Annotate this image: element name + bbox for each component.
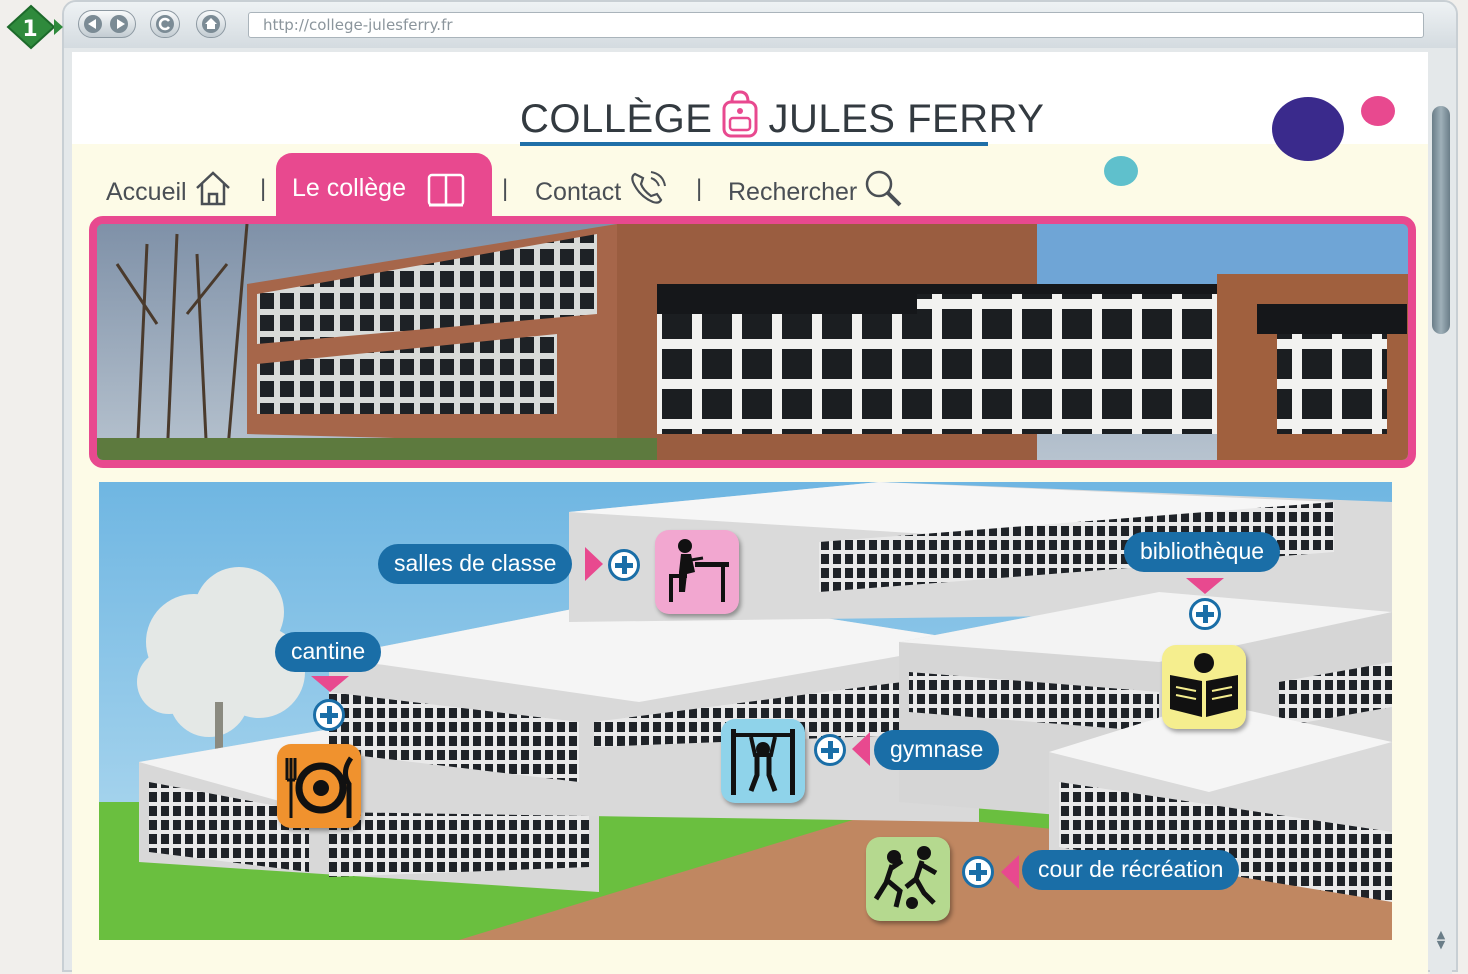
- site-title-part2: JULES FERRY: [768, 97, 1045, 141]
- svg-text:1: 1: [22, 17, 37, 42]
- hotspot-cantine-label[interactable]: cantine: [275, 632, 382, 672]
- pointer-arrow: [1186, 578, 1224, 594]
- pointer-arrow: [1001, 855, 1019, 889]
- phone-icon: [631, 171, 667, 204]
- address-bar[interactable]: http://college-julesferry.fr: [248, 12, 1424, 38]
- browser-toolbar: http://college-julesferry.fr: [64, 2, 1456, 48]
- home-icon: [202, 15, 220, 33]
- backpack-icon: [720, 90, 760, 150]
- hotspot-bibliotheque-label[interactable]: bibliothèque: [1124, 532, 1281, 572]
- book-icon: [427, 173, 465, 207]
- nav-contact[interactable]: Contact: [535, 168, 669, 208]
- nav-contact-label: Contact: [535, 178, 622, 206]
- magnifier-icon: [865, 170, 902, 207]
- back-forward-button[interactable]: [78, 10, 136, 38]
- nav-accueil-label: Accueil: [106, 178, 187, 206]
- url-text: http://college-julesferry.fr: [263, 16, 453, 34]
- school-photo: [89, 216, 1416, 468]
- decorative-circle-pink: [1361, 96, 1395, 126]
- nav-le-college[interactable]: Le collège: [276, 153, 492, 223]
- student-at-desk-icon[interactable]: [655, 530, 739, 614]
- reading-book-icon[interactable]: [1162, 645, 1246, 729]
- hotspot-gymnase-plus-button[interactable]: [814, 734, 846, 766]
- house-icon: [195, 171, 230, 206]
- site-title[interactable]: COLLÈGE JULES FERRY: [520, 90, 1044, 146]
- school-map: salles de classe bibliothèque cantine gy…: [99, 482, 1392, 940]
- pull-up-bar-icon[interactable]: [721, 719, 805, 803]
- page-viewport: COLLÈGE JULES FERRY Accueil | Le collège: [72, 52, 1428, 974]
- step-number-badge: 1: [6, 4, 64, 50]
- vertical-scrollbar[interactable]: ▲ ▼: [1430, 52, 1452, 974]
- decorative-circle-teal: [1104, 156, 1138, 186]
- nav-le-college-label: Le collège: [292, 174, 406, 202]
- scroll-thumb[interactable]: [1432, 106, 1450, 334]
- pointer-arrow: [585, 547, 603, 581]
- plate-and-cutlery-icon[interactable]: [277, 744, 361, 828]
- nav-rechercher[interactable]: Rechercher: [728, 168, 905, 208]
- home-button[interactable]: [196, 10, 226, 38]
- nav-separator: |: [502, 175, 509, 202]
- hotspot-salles-de-classe-label[interactable]: salles de classe: [378, 544, 573, 584]
- decorative-circle-purple: [1272, 97, 1344, 161]
- reload-button[interactable]: [150, 10, 180, 38]
- pointer-arrow: [852, 732, 870, 766]
- pointer-arrow: [311, 676, 349, 692]
- nav-separator: |: [696, 175, 703, 202]
- hotspot-cour-de-recreation-label[interactable]: cour de récréation: [1022, 850, 1240, 890]
- scroll-arrows-icon[interactable]: ▲ ▼: [1432, 929, 1450, 966]
- nav-separator: |: [260, 175, 267, 202]
- hotspot-gymnase-label[interactable]: gymnase: [874, 730, 1000, 770]
- hotspot-cantine-plus-button[interactable]: [313, 699, 345, 731]
- playing-children-icon[interactable]: [866, 837, 950, 921]
- reload-icon: [156, 15, 174, 33]
- hotspot-bibliotheque-plus-button[interactable]: [1189, 598, 1221, 630]
- nav-accueil[interactable]: Accueil: [106, 168, 233, 208]
- nav-rechercher-label: Rechercher: [728, 178, 858, 206]
- hotspot-salles-de-classe-plus-button[interactable]: [608, 549, 640, 581]
- site-title-part1: COLLÈGE: [520, 97, 713, 141]
- browser-window: http://college-julesferry.fr COLLÈGE JUL…: [62, 0, 1458, 974]
- hotspot-cour-de-recreation-plus-button[interactable]: [962, 856, 994, 888]
